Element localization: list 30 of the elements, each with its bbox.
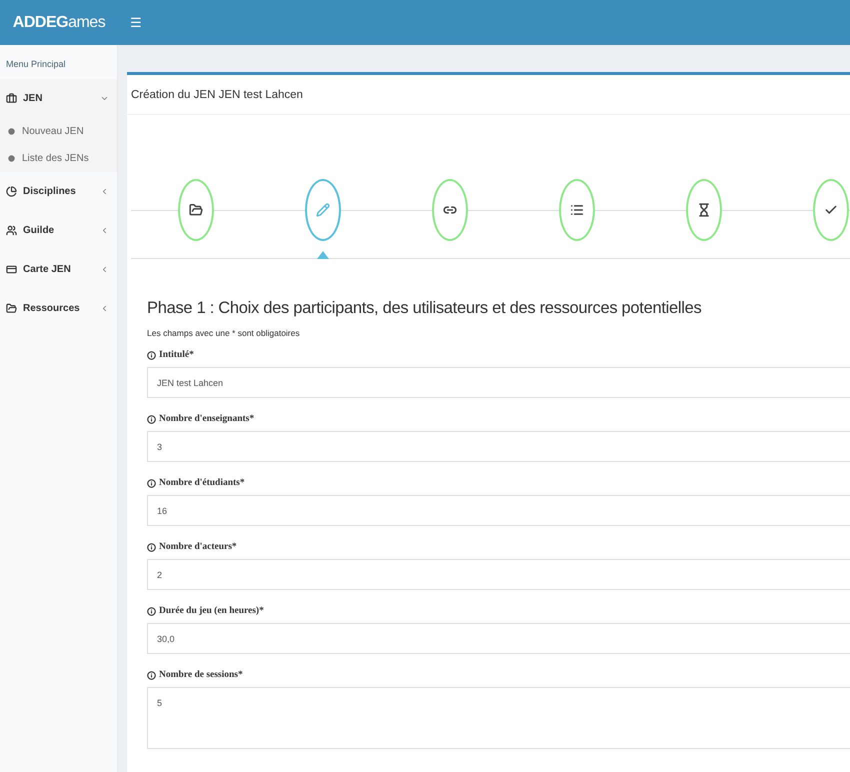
form-title: Phase 1 : Choix des participants, des utilisateurs et des ressources potentielles [147,299,702,318]
menu-button[interactable]: ☰ [122,11,150,34]
sidebar-item-label: Carte JEN [23,264,71,275]
field-label: Nombre d'étudiants* [159,478,245,488]
required-note: Les champs avec une * sont obligatoires [147,328,301,338]
field-label: Durée du jeu (en heures)* [159,606,264,616]
field-label: Nombre d'enseignants* [159,414,254,424]
sidebar-item[interactable]: JEN [0,79,117,118]
input-field[interactable]: 5 [147,687,850,749]
input-field[interactable]: 16 [147,495,850,526]
sidebar-item[interactable]: Carte JEN [0,250,117,289]
sidebar-item-label: JEN [23,93,42,104]
sidebar-item-label: Disciplines [23,186,76,197]
sidebar-item-label: Ressources [23,303,80,314]
input-field[interactable]: 30,0 [147,623,850,654]
panel-title: Création du JEN JEN test Lahcen [127,75,850,115]
sidebar-item[interactable]: Ressources [0,289,117,328]
submenu-item[interactable]: Liste des JENs [0,145,117,172]
sidebar-item[interactable]: Disciplines [0,172,117,211]
submenu-item[interactable]: Nouveau JEN [0,118,117,145]
sidebar-item-label: Guilde [23,225,54,236]
input-field[interactable]: 2 [147,559,850,590]
field-label: Intitulé* [159,350,194,360]
field-label: Nombre de sessions* [159,670,243,680]
input-field[interactable]: 3 [147,431,850,462]
field-label: Nombre d'acteurs* [159,542,237,552]
sidebar-heading: Menu Principal [5,58,67,71]
sidebar-item[interactable]: Guilde [0,211,117,250]
logo[interactable]: ADDEGames [0,14,118,32]
input-field[interactable]: JEN test Lahcen [147,367,850,398]
